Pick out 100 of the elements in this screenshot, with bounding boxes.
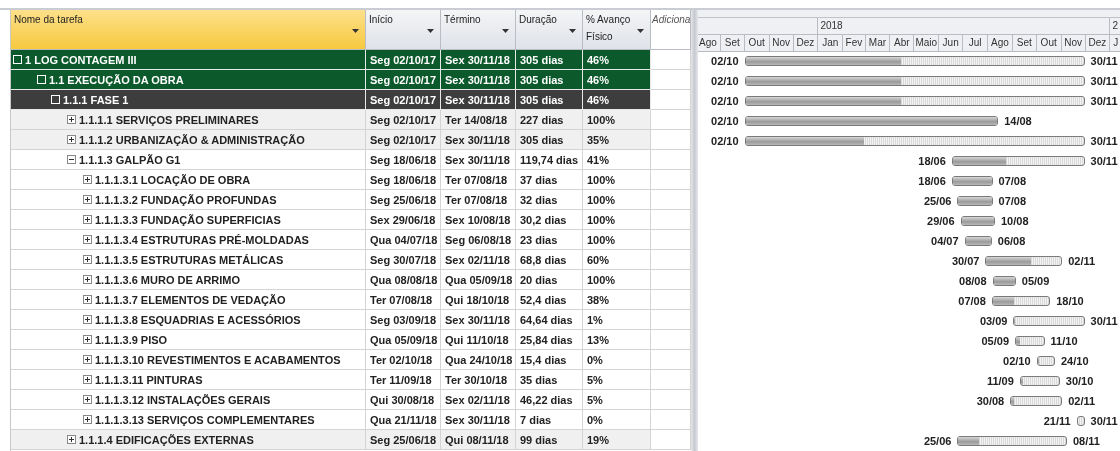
gantt-bar[interactable] (957, 436, 1067, 446)
gantt-bar[interactable] (957, 196, 993, 206)
table-cell: 227 dias (516, 110, 583, 130)
dropdown-icon[interactable] (502, 29, 509, 33)
gantt-bar[interactable] (1076, 416, 1085, 426)
table-cell (651, 70, 691, 90)
timescale-month: Set (1011, 35, 1036, 51)
gantt-bar[interactable] (964, 236, 992, 246)
table-cell (651, 410, 691, 430)
table-cell: 37 dias (516, 170, 583, 190)
gantt-bar[interactable] (1010, 396, 1063, 406)
bar-end-label: 11/10 (1050, 335, 1078, 347)
table-cell: 35% (583, 130, 651, 150)
timescale-month: Jan (817, 35, 843, 51)
gantt-bar[interactable] (1019, 376, 1060, 386)
expand-icon[interactable] (67, 135, 76, 144)
expand-icon[interactable] (83, 215, 92, 224)
task-name: 1.1.1.1 SERVIÇOS PRELIMINARES (79, 113, 259, 126)
table-cell (651, 370, 691, 390)
table-cell: Seg 18/06/18 (366, 150, 441, 170)
expand-icon[interactable] (83, 415, 92, 424)
gantt-bar[interactable] (744, 96, 1085, 106)
table-cell: Sex 02/11/18 (441, 390, 516, 410)
expand-icon[interactable] (83, 275, 92, 284)
bar-end-label: 30/11 (1090, 55, 1118, 67)
expand-icon[interactable] (67, 115, 76, 124)
gantt-bar[interactable] (951, 156, 1085, 166)
bar-end-label: 08/11 (1073, 435, 1100, 447)
task-name: 1.1 EXECUÇÃO DA OBRA (49, 73, 184, 86)
expand-icon[interactable] (67, 435, 76, 444)
gantt-bar[interactable] (985, 256, 1063, 266)
gantt-bar[interactable] (992, 276, 1016, 286)
gantt-bar[interactable] (744, 56, 1085, 66)
bar-start-label: 25/06 (923, 195, 952, 207)
table-cell (651, 210, 691, 230)
table-cell: Sex 30/11/18 (441, 130, 516, 150)
gantt-bar[interactable] (951, 176, 993, 186)
table-cell: Seg 18/06/18 (366, 170, 441, 190)
task-name: 1.1.1.3.2 FUNDAÇÃO PROFUNDAS (95, 193, 277, 206)
column-header[interactable]: Duração (516, 10, 583, 50)
column-header[interactable]: % Avanço Físico (583, 10, 651, 50)
expand-icon[interactable] (83, 355, 92, 364)
bar-start-label: 11/09 (986, 375, 1014, 387)
expand-icon[interactable] (83, 295, 92, 304)
gantt-bar[interactable] (960, 216, 995, 226)
table-cell: 20 dias (516, 270, 583, 290)
timescale-month: Ago (698, 35, 720, 51)
expand-icon[interactable] (83, 395, 92, 404)
table-cell: 305 dias (516, 90, 583, 110)
timescale-month: Dez (1084, 35, 1110, 51)
bar-start-label: 02/10 (711, 75, 739, 87)
bar-end-label: 30/11 (1090, 75, 1118, 87)
dropdown-icon[interactable] (352, 29, 359, 33)
expand-icon[interactable] (83, 195, 92, 204)
column-header[interactable]: Término (441, 10, 516, 50)
gantt-bar[interactable] (744, 76, 1085, 86)
task-name: 1.1.1.3.7 ELEMENTOS DE VEDAÇÃO (95, 293, 286, 306)
table-cell: Sex 30/11/18 (441, 310, 516, 330)
bar-end-label: 30/11 (1090, 155, 1118, 167)
gantt-bar[interactable] (1015, 336, 1045, 346)
expand-icon[interactable] (83, 315, 92, 324)
gantt-bar[interactable] (991, 296, 1051, 306)
table-cell: 46,22 dias (516, 390, 583, 410)
timescale-month: J (1109, 35, 1120, 51)
table-cell: 99 dias (516, 430, 583, 450)
gantt-bar[interactable] (1036, 356, 1055, 366)
column-header[interactable]: Início (366, 10, 441, 50)
table-cell: 305 dias (516, 70, 583, 90)
table-cell: Ter 14/08/18 (441, 110, 516, 130)
expand-icon[interactable] (83, 235, 92, 244)
table-cell: Sex 30/11/18 (441, 70, 516, 90)
dropdown-icon[interactable] (569, 29, 576, 33)
expand-icon[interactable] (83, 175, 92, 184)
gantt-bar[interactable] (1013, 316, 1085, 326)
expand-icon[interactable] (83, 255, 92, 264)
column-header[interactable]: Nome da tarefa (11, 10, 366, 50)
bar-end-label: 07/08 (998, 175, 1027, 187)
table-cell: Sex 30/11/18 (441, 150, 516, 170)
table-cell: Qua 24/10/18 (441, 350, 516, 370)
table-cell: Qui 11/10/18 (441, 330, 516, 350)
task-name: 1.1.1.3.13 SERVIÇOS COMPLEMENTARES (95, 413, 315, 426)
column-header[interactable]: Adiciona (651, 10, 691, 50)
timescale-month: Jul (962, 35, 987, 51)
expand-icon[interactable] (83, 375, 92, 384)
bar-end-label: 30/11 (1090, 415, 1118, 427)
gantt-bar[interactable] (744, 116, 999, 126)
dropdown-icon[interactable] (637, 29, 644, 33)
table-cell (651, 130, 691, 150)
table-cell: Sex 30/11/18 (441, 50, 516, 70)
table-cell: 305 dias (516, 50, 583, 70)
bar-start-label: 07/08 (958, 295, 986, 307)
collapse-icon[interactable] (67, 155, 76, 164)
task-name: 1.1.1.3 GALPÃO G1 (79, 153, 181, 166)
expand-icon[interactable] (83, 335, 92, 344)
table-cell: Seg 25/06/18 (366, 430, 441, 450)
dropdown-icon[interactable] (427, 29, 434, 33)
timescale-month: Abr (889, 35, 914, 51)
table-cell: Sex 30/11/18 (441, 90, 516, 110)
gantt-bar[interactable] (744, 136, 1085, 146)
timescale-month: Dez (792, 35, 818, 51)
